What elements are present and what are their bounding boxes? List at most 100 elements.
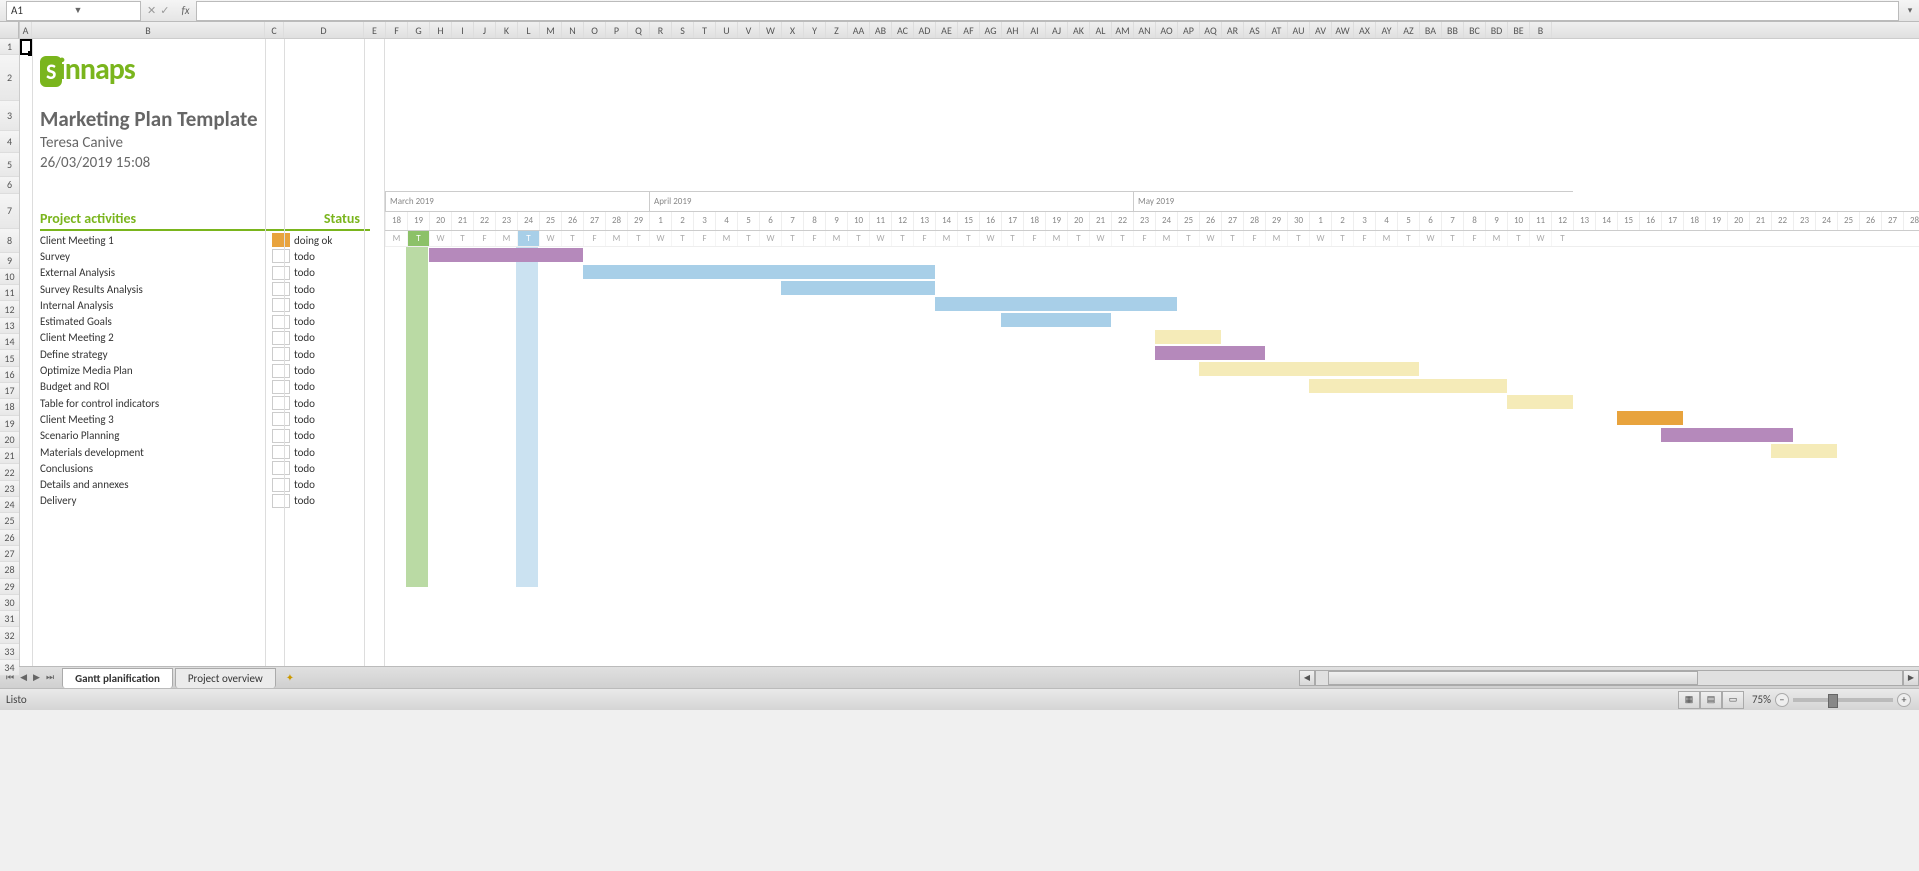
column-header[interactable]: AF xyxy=(958,22,980,38)
row-header[interactable]: 32 xyxy=(0,627,19,643)
column-header[interactable]: BC xyxy=(1464,22,1486,38)
activity-row[interactable]: Materials development todo xyxy=(40,444,370,460)
column-header[interactable]: O xyxy=(584,22,606,38)
scroll-track[interactable] xyxy=(1315,670,1903,686)
column-header[interactable]: A xyxy=(20,22,32,38)
column-header[interactable]: AM xyxy=(1112,22,1134,38)
gantt-bar[interactable] xyxy=(583,265,935,279)
row-header[interactable]: 14 xyxy=(0,334,19,350)
column-header[interactable]: C xyxy=(265,22,284,38)
column-header[interactable]: AD xyxy=(914,22,936,38)
activity-row[interactable]: Details and annexes todo xyxy=(40,476,370,492)
sheet-area[interactable]: ABCDEFGHIJKLMNOPQRSTUVWXYZAAABACADAEAFAG… xyxy=(20,22,1919,666)
column-header[interactable]: AR xyxy=(1222,22,1244,38)
column-header[interactable]: Y xyxy=(804,22,826,38)
new-sheet-icon[interactable]: ✦ xyxy=(280,669,300,686)
column-header[interactable]: AV xyxy=(1310,22,1332,38)
tab-prev-icon[interactable]: ◀ xyxy=(18,672,29,683)
row-header[interactable]: 30 xyxy=(0,595,19,611)
zoom-level[interactable]: 75% xyxy=(1752,693,1771,706)
column-header[interactable]: AZ xyxy=(1398,22,1420,38)
column-header[interactable]: AL xyxy=(1090,22,1112,38)
column-header[interactable]: X xyxy=(782,22,804,38)
gantt-bar[interactable] xyxy=(1199,362,1419,376)
activity-row[interactable]: Delivery todo xyxy=(40,493,370,509)
row-header[interactable]: 17 xyxy=(0,383,19,399)
sheet-tab[interactable]: Project overview xyxy=(175,668,276,688)
gantt-bar[interactable] xyxy=(1617,411,1683,425)
column-header[interactable]: BA xyxy=(1420,22,1442,38)
row-header[interactable]: 1 xyxy=(0,39,19,55)
row-header[interactable]: 15 xyxy=(0,350,19,366)
column-header[interactable]: B xyxy=(1530,22,1552,38)
gantt-bar[interactable] xyxy=(1001,313,1111,327)
fx-icon[interactable]: fx xyxy=(175,4,195,17)
name-box[interactable]: A1 ▼ xyxy=(6,1,141,21)
zoom-slider[interactable] xyxy=(1793,698,1893,702)
row-header[interactable]: 7 xyxy=(0,194,19,229)
row-header[interactable]: 25 xyxy=(0,513,19,529)
column-header[interactable]: AK xyxy=(1068,22,1090,38)
gantt-bar[interactable] xyxy=(781,281,935,295)
view-normal-icon[interactable]: ▦ xyxy=(1678,691,1700,709)
sheet-tab[interactable]: Gantt planification xyxy=(62,668,173,688)
column-header[interactable]: AJ xyxy=(1046,22,1068,38)
row-header[interactable]: 27 xyxy=(0,546,19,562)
column-header[interactable]: H xyxy=(430,22,452,38)
activity-row[interactable]: Client Meeting 2 todo xyxy=(40,330,370,346)
row-header[interactable]: 8 xyxy=(0,229,19,253)
row-header[interactable]: 5 xyxy=(0,153,19,177)
row-header[interactable]: 31 xyxy=(0,611,19,627)
column-header[interactable]: AC xyxy=(892,22,914,38)
row-header[interactable]: 26 xyxy=(0,530,19,546)
column-header[interactable]: K xyxy=(496,22,518,38)
column-header[interactable]: AA xyxy=(848,22,870,38)
column-header[interactable]: F xyxy=(386,22,408,38)
column-header[interactable]: AO xyxy=(1156,22,1178,38)
row-header[interactable]: 33 xyxy=(0,644,19,660)
zoom-out-icon[interactable]: − xyxy=(1775,693,1789,707)
column-header[interactable]: P xyxy=(606,22,628,38)
row-header[interactable]: 9 xyxy=(0,253,19,269)
activity-row[interactable]: Survey Results Analysis todo xyxy=(40,281,370,297)
column-header[interactable]: E xyxy=(364,22,386,38)
row-header[interactable]: 13 xyxy=(0,318,19,334)
tab-first-icon[interactable]: ⏮ xyxy=(4,672,16,683)
column-header[interactable]: D xyxy=(284,22,364,38)
column-header[interactable]: I xyxy=(452,22,474,38)
activity-row[interactable]: Define strategy todo xyxy=(40,346,370,362)
column-header[interactable]: AX xyxy=(1354,22,1376,38)
row-header[interactable]: 28 xyxy=(0,562,19,578)
row-header[interactable]: 2 xyxy=(0,55,19,101)
scroll-left-icon[interactable]: ◀ xyxy=(1299,670,1315,686)
column-header[interactable]: AH xyxy=(1002,22,1024,38)
row-header[interactable]: 4 xyxy=(0,131,19,153)
column-header[interactable]: AP xyxy=(1178,22,1200,38)
formula-input[interactable] xyxy=(196,1,1899,21)
column-header[interactable]: AT xyxy=(1266,22,1288,38)
row-header[interactable]: 11 xyxy=(0,285,19,301)
view-page-break-icon[interactable]: ▭ xyxy=(1722,691,1744,709)
column-header[interactable]: T xyxy=(694,22,716,38)
column-header[interactable]: M xyxy=(540,22,562,38)
column-header[interactable]: BB xyxy=(1442,22,1464,38)
activity-row[interactable]: Client Meeting 1 doing ok xyxy=(40,232,370,248)
row-header[interactable]: 10 xyxy=(0,269,19,285)
activity-row[interactable]: Survey todo xyxy=(40,248,370,264)
column-header[interactable]: J xyxy=(474,22,496,38)
gantt-bar[interactable] xyxy=(1155,346,1265,360)
name-box-dropdown-icon[interactable]: ▼ xyxy=(74,5,137,16)
row-header[interactable]: 16 xyxy=(0,367,19,383)
column-header[interactable]: AN xyxy=(1134,22,1156,38)
activity-row[interactable]: Budget and ROI todo xyxy=(40,379,370,395)
column-header[interactable]: W xyxy=(760,22,782,38)
horizontal-scrollbar[interactable]: ◀ ▶ xyxy=(1299,670,1919,686)
activity-row[interactable]: Estimated Goals todo xyxy=(40,313,370,329)
row-header[interactable]: 18 xyxy=(0,399,19,415)
column-header[interactable]: AQ xyxy=(1200,22,1222,38)
gantt-bar[interactable] xyxy=(429,248,583,262)
formula-bar-expand-icon[interactable]: ▾ xyxy=(1901,5,1919,16)
tab-next-icon[interactable]: ▶ xyxy=(31,672,42,683)
gantt-bar[interactable] xyxy=(935,297,1177,311)
column-header[interactable]: AE xyxy=(936,22,958,38)
